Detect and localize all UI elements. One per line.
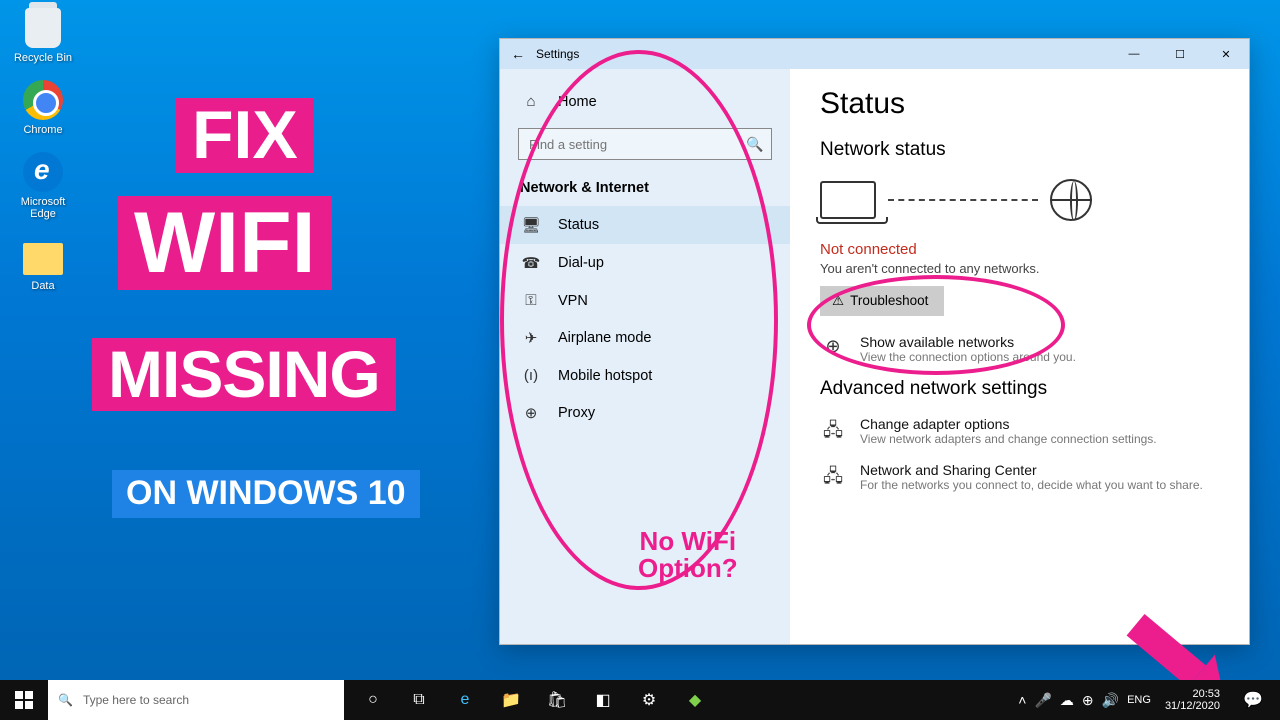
tray-chevron-up-icon[interactable]: ˄	[1018, 692, 1026, 708]
adapter-icon: 🖧	[820, 416, 846, 448]
settings-main: Status Network status Not connected You …	[790, 69, 1249, 644]
adapter-options-link[interactable]: 🖧 Change adapter options View network ad…	[820, 416, 1219, 448]
link-title: Network and Sharing Center	[860, 462, 1203, 478]
section-network-status: Network status	[820, 139, 1219, 161]
desktop-icon-recycle-bin[interactable]: Recycle Bin	[8, 6, 78, 64]
cortana-icon[interactable]: ○	[350, 680, 396, 720]
overlay-onwindows: ON WINDOWS 10	[112, 470, 420, 518]
airplane-icon: ✈	[520, 329, 542, 347]
globe-icon	[1050, 179, 1092, 221]
link-title: Show available networks	[860, 334, 1076, 350]
sidebar-item-label: VPN	[558, 293, 588, 309]
settings-search[interactable]: 🔍	[518, 128, 772, 160]
taskbar-pinned: ○ ⧉ e 📁 🛍 ◧ ⚙ ◆	[350, 680, 718, 720]
desktop-icon-label: Chrome	[8, 124, 78, 136]
globe-small-icon: ⊕	[820, 334, 846, 357]
search-icon: 🔍	[58, 693, 73, 707]
desktop-icon-label: Recycle Bin	[8, 52, 78, 64]
taskbar-explorer[interactable]: 📁	[488, 680, 534, 720]
sidebar-item-proxy[interactable]: ⊕ Proxy	[500, 394, 790, 432]
desktop-icon-chrome[interactable]: Chrome	[8, 78, 78, 136]
sharing-icon: 🖧	[820, 462, 846, 494]
action-center-icon[interactable]: 💬	[1234, 680, 1272, 720]
home-icon: ⌂	[520, 93, 542, 110]
recycle-bin-icon	[25, 8, 61, 48]
sidebar-item-label: Mobile hotspot	[558, 368, 652, 384]
search-input[interactable]	[519, 137, 739, 152]
maximize-button[interactable]: ☐	[1157, 39, 1203, 69]
desktop-icon-edge[interactable]: Microsoft Edge	[8, 150, 78, 220]
sharing-center-link[interactable]: 🖧 Network and Sharing Center For the net…	[820, 462, 1219, 494]
sidebar-item-hotspot[interactable]: (ı) Mobile hotspot	[500, 357, 790, 394]
vpn-icon: ⚿	[520, 292, 542, 309]
sidebar-item-vpn[interactable]: ⚿ VPN	[500, 282, 790, 319]
sidebar-home-label: Home	[558, 94, 597, 110]
overlay-missing: MISSING	[92, 338, 396, 411]
minimize-button[interactable]: —	[1111, 39, 1157, 69]
tray-mic-icon[interactable]: 🎤	[1034, 692, 1051, 709]
start-button[interactable]	[0, 680, 48, 720]
page-title: Status	[820, 87, 1219, 121]
laptop-icon	[820, 181, 876, 219]
sidebar-item-airplane[interactable]: ✈ Airplane mode	[500, 319, 790, 357]
link-subtitle: For the networks you connect to, decide …	[860, 478, 1203, 492]
connection-line	[888, 199, 1038, 201]
status-icon: 🖥	[520, 216, 542, 234]
not-connected-block: Not connected You aren't connected to an…	[820, 241, 1219, 316]
proxy-icon: ⊕	[520, 404, 542, 422]
sidebar-item-label: Status	[558, 217, 599, 233]
sidebar-category: Network & Internet	[500, 166, 790, 206]
sidebar-item-status[interactable]: 🖥 Status	[500, 206, 790, 244]
tray-clock[interactable]: 20:53 31/12/2020	[1159, 688, 1226, 712]
close-button[interactable]: ✕	[1203, 39, 1249, 69]
warning-icon: ⚠	[832, 293, 844, 308]
not-connected-title: Not connected	[820, 241, 1219, 258]
tray-volume-icon[interactable]: 🔊	[1102, 692, 1119, 709]
desktop-icon-label: Data	[8, 280, 78, 292]
taskbar-edge[interactable]: e	[442, 680, 488, 720]
network-diagram	[820, 179, 1219, 221]
folder-icon	[23, 243, 63, 275]
show-networks-link[interactable]: ⊕ Show available networks View the conne…	[820, 334, 1219, 364]
tray-network-icon[interactable]: ⊕	[1082, 692, 1094, 709]
link-subtitle: View the connection options around you.	[860, 350, 1076, 364]
sidebar-item-dialup[interactable]: ☎ Dial-up	[500, 244, 790, 282]
windows-logo-icon	[15, 691, 33, 709]
taskbar-search-placeholder: Type here to search	[83, 693, 189, 707]
sidebar-item-label: Dial-up	[558, 255, 604, 271]
dialup-icon: ☎	[520, 254, 542, 272]
system-tray: ˄ 🎤 ☁ ⊕ 🔊 ENG 20:53 31/12/2020 💬	[1018, 680, 1280, 720]
settings-window: ← Settings — ☐ ✕ ⌂ Home 🔍 Network & Inte…	[499, 38, 1250, 645]
desktop-icon-label: Microsoft Edge	[8, 196, 78, 220]
taskbar-search[interactable]: 🔍 Type here to search	[48, 680, 344, 720]
desktop-icons: Recycle Bin Chrome Microsoft Edge Data	[8, 6, 78, 306]
overlay-wifi: WIFI	[118, 196, 332, 290]
taskbar-app1[interactable]: ◧	[580, 680, 626, 720]
taskbar-settings[interactable]: ⚙	[626, 680, 672, 720]
sidebar-item-label: Airplane mode	[558, 330, 652, 346]
task-view-icon[interactable]: ⧉	[396, 680, 442, 720]
not-connected-subtitle: You aren't connected to any networks.	[820, 261, 1219, 276]
search-icon: 🔍	[739, 136, 771, 153]
link-title: Change adapter options	[860, 416, 1157, 432]
overlay-fix: FIX	[176, 98, 314, 173]
back-button[interactable]: ←	[500, 46, 536, 62]
window-title: Settings	[536, 47, 579, 61]
troubleshoot-button[interactable]: ⚠Troubleshoot	[820, 286, 944, 316]
tray-language[interactable]: ENG	[1127, 694, 1151, 706]
chrome-icon	[23, 80, 63, 120]
tray-onedrive-icon[interactable]: ☁	[1060, 692, 1074, 709]
taskbar-app2[interactable]: ◆	[672, 680, 718, 720]
titlebar: ← Settings — ☐ ✕	[500, 39, 1249, 69]
link-subtitle: View network adapters and change connect…	[860, 432, 1157, 446]
sidebar-home[interactable]: ⌂ Home	[500, 83, 790, 120]
desktop-icon-data-folder[interactable]: Data	[8, 234, 78, 292]
taskbar: 🔍 Type here to search ○ ⧉ e 📁 🛍 ◧ ⚙ ◆ ˄ …	[0, 680, 1280, 720]
taskbar-store[interactable]: 🛍	[534, 680, 580, 720]
edge-icon	[23, 152, 63, 192]
sidebar-item-label: Proxy	[558, 405, 595, 421]
hotspot-icon: (ı)	[520, 367, 542, 384]
annotation-nowifi: No WiFiOption?	[638, 528, 738, 583]
advanced-header: Advanced network settings	[820, 378, 1219, 400]
